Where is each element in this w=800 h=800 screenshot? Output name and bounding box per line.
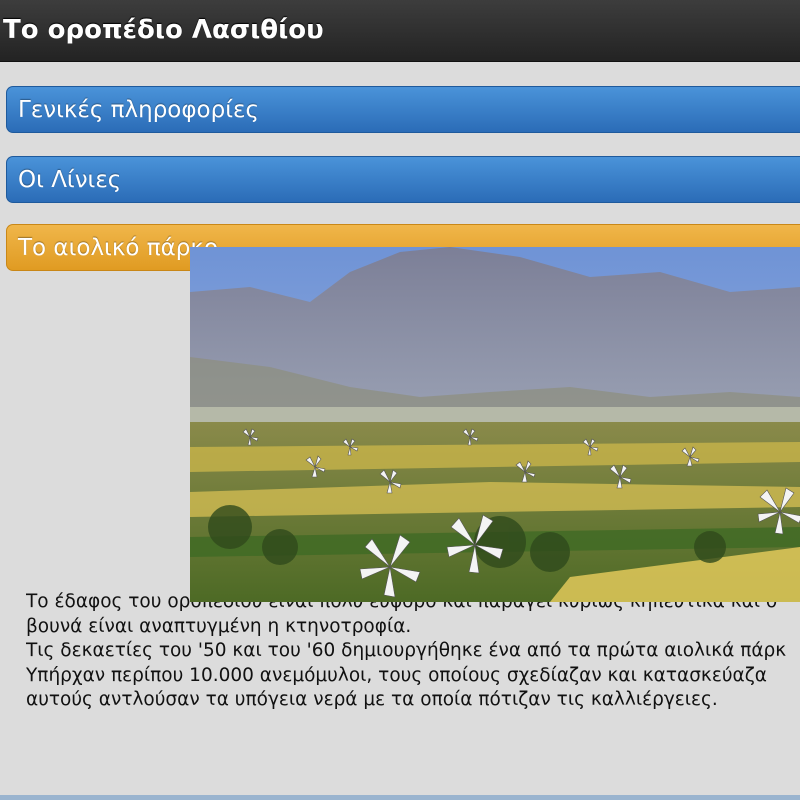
page-title: Το οροπέδιο Λασιθίου [3,15,324,45]
content-line: Τις δεκαετίες του '50 και του '60 δημιου… [26,640,787,661]
section-linies[interactable]: Οι Λίνιες [6,156,800,203]
section-content: Το έδαφος του οροπεδίου είναι πολύ εύφορ… [26,590,800,713]
content-line: βουνά είναι αναπτυγμένη η κτηνοτροφία. [26,615,412,637]
content-line: αυτούς αντλούσαν τα υπόγεια νερά με τα ο… [26,689,718,710]
section-general-info[interactable]: Γενικές πληροφορίες [6,86,800,133]
windmills-photo [190,247,800,602]
section-label: Γενικές πληροφορίες [18,97,259,123]
section-label: Οι Λίνιες [18,167,122,193]
content-line: Υπήρχαν περίπου 10.000 ανεμόμυλοι, τους … [26,664,767,686]
section-label: Το αιολικό πάρκο [18,235,219,261]
bottom-bar [0,795,800,800]
app-header: Το οροπέδιο Λασιθίου [0,0,800,62]
